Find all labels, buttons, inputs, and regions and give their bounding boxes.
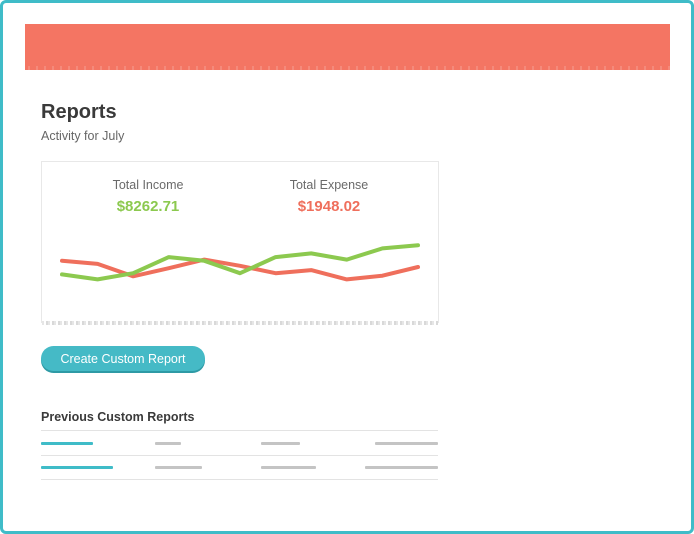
page-subtitle: Activity for July [41,129,125,143]
expense-value: $1948.02 [297,198,361,215]
page-title: Reports [41,101,117,123]
report-name-placeholder [41,466,113,469]
report-name-placeholder [41,442,93,445]
income-label: Total Income [112,178,184,192]
income-value: $8262.71 [116,198,180,215]
report-meta-placeholder [155,466,202,469]
summary-chart-card: Total Income $8262.71 Total Expense $194… [41,161,439,325]
expense-label: Total Expense [289,178,369,192]
income-series-line [60,243,420,282]
income-summary: Total Income $8262.71 [68,178,228,215]
expense-summary: Total Expense $1948.02 [249,178,409,215]
report-meta-placeholder [155,442,181,445]
header-banner [25,24,670,70]
report-meta-placeholder [261,442,300,445]
trend-line-chart [60,243,420,282]
previous-reports-heading: Previous Custom Reports [41,410,195,424]
report-meta-placeholder [375,442,438,445]
create-custom-report-button[interactable]: Create Custom Report [41,346,205,371]
previous-report-row[interactable] [41,430,438,456]
report-meta-placeholder [261,466,316,469]
report-meta-placeholder [365,466,438,469]
previous-report-row[interactable] [41,455,438,480]
